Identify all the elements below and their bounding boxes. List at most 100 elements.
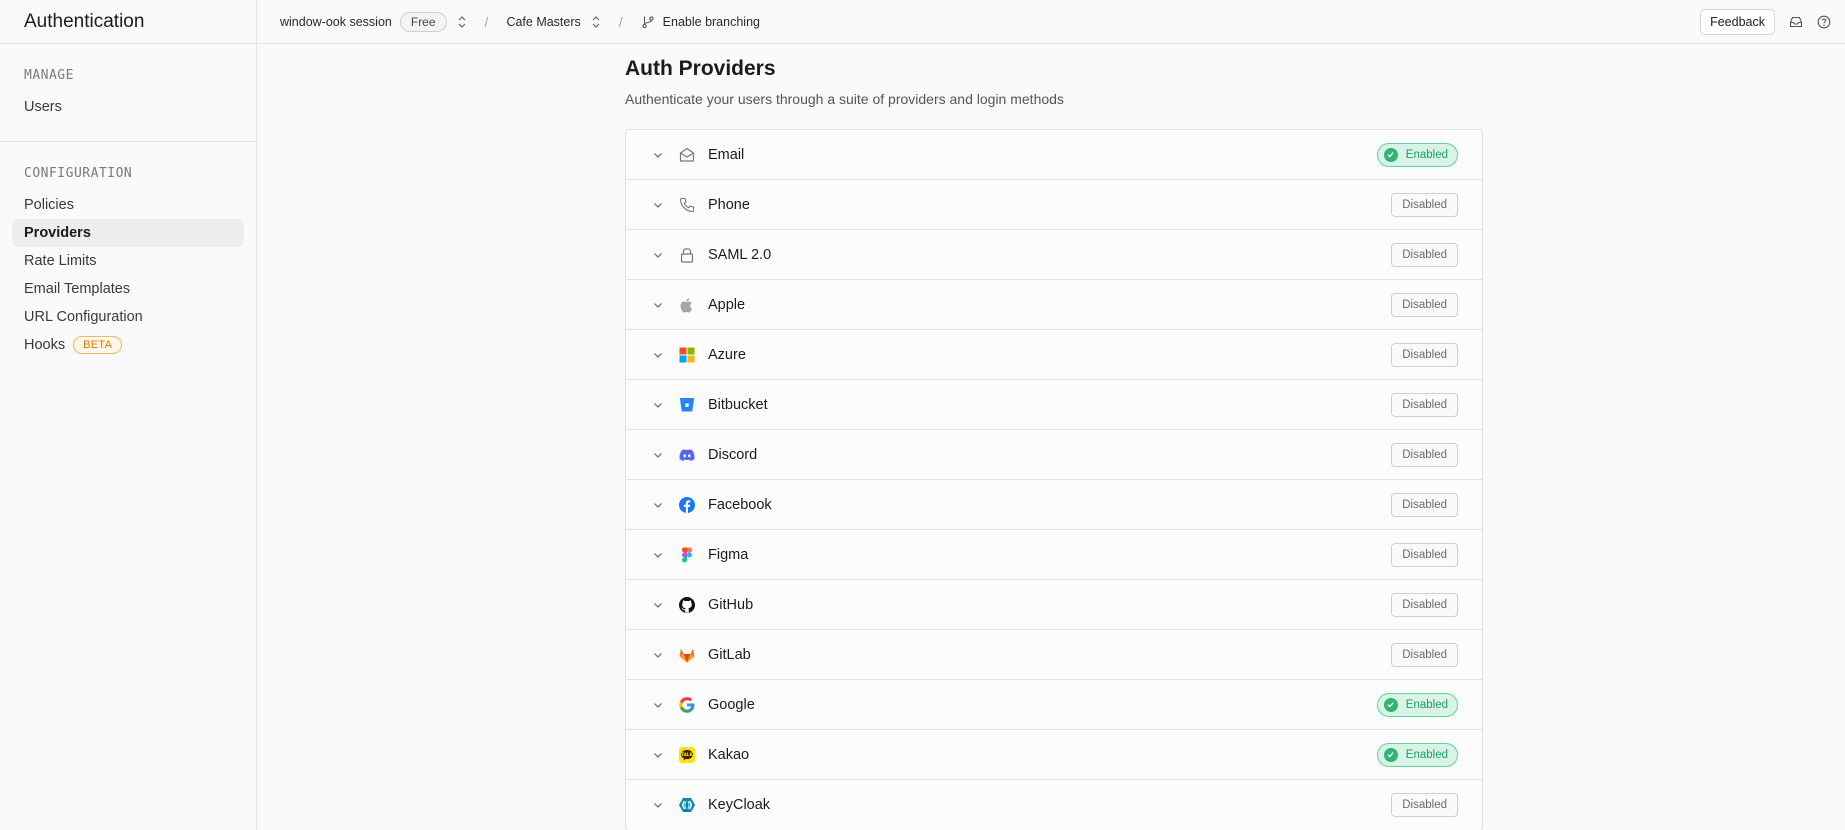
provider-row-gitlab[interactable]: GitLab Disabled xyxy=(626,630,1482,680)
provider-name: Facebook xyxy=(708,496,772,513)
provider-name: Discord xyxy=(708,446,758,463)
section-title: MANAGE xyxy=(24,68,74,83)
provider-row-apple[interactable]: Apple Disabled xyxy=(626,280,1482,330)
status-badge-disabled: Disabled xyxy=(1391,542,1458,567)
sidebar-item-email-templates[interactable]: Email Templates xyxy=(12,275,244,303)
feedback-button[interactable]: Feedback xyxy=(1700,9,1775,35)
provider-name: GitLab xyxy=(708,646,751,663)
status-badge-enabled: Enabled xyxy=(1376,742,1458,767)
chevron-down-icon[interactable] xyxy=(652,149,664,161)
provider-row-phone[interactable]: Phone Disabled xyxy=(626,180,1482,230)
sidebar-item-users[interactable]: Users xyxy=(12,93,244,121)
envelope-icon xyxy=(678,146,696,164)
breadcrumb-separator: / xyxy=(484,13,489,30)
google-icon xyxy=(678,696,696,714)
branch-label: Enable branching xyxy=(662,14,760,29)
top-bar: window-ook session Free / Cafe Masters /… xyxy=(257,0,1845,44)
sidebar-item-label: Hooks xyxy=(24,337,66,353)
main-content: Auth Providers Authenticate your users t… xyxy=(257,45,1845,830)
page-title: Auth Providers xyxy=(625,57,776,80)
provider-name: Figma xyxy=(708,546,749,563)
status-badge-disabled: Disabled xyxy=(1391,492,1458,517)
provider-row-kakao[interactable]: TALK Kakao Enabled xyxy=(626,730,1482,780)
provider-name: Kakao xyxy=(708,746,750,763)
sidebar-item-rate-limits[interactable]: Rate Limits xyxy=(12,247,244,275)
sidebar-item-url-configuration[interactable]: URL Configuration xyxy=(12,303,244,331)
check-icon xyxy=(1383,147,1398,162)
auth-providers-panel: Auth Providers Authenticate your users t… xyxy=(625,45,1483,830)
plan-badge: Free xyxy=(399,11,447,32)
svg-text:TALK: TALK xyxy=(681,752,693,757)
provider-row-google[interactable]: Google Enabled xyxy=(626,680,1482,730)
provider-name: Email xyxy=(708,146,745,163)
chevron-down-icon[interactable] xyxy=(652,749,664,761)
status-badge-disabled: Disabled xyxy=(1391,342,1458,367)
sidebar-section-configuration: CONFIGURATION Policies Providers Rate Li… xyxy=(0,142,256,379)
chevron-down-icon[interactable] xyxy=(652,649,664,661)
gitlab-icon xyxy=(678,646,696,664)
provider-name: Apple xyxy=(708,296,746,313)
enable-branching-button[interactable]: Enable branching xyxy=(641,15,760,29)
status-badge-disabled: Disabled xyxy=(1391,442,1458,467)
check-icon xyxy=(1383,747,1398,762)
git-branch-icon xyxy=(642,15,654,28)
status-badge-disabled: Disabled xyxy=(1391,242,1458,267)
provider-row-bitbucket[interactable]: Bitbucket Disabled xyxy=(626,380,1482,430)
azure-icon xyxy=(678,346,696,364)
check-icon xyxy=(1383,697,1398,712)
provider-row-saml-2-0[interactable]: SAML 2.0 Disabled xyxy=(626,230,1482,280)
github-icon xyxy=(678,596,696,614)
chevron-down-icon[interactable] xyxy=(652,299,664,311)
project-name: Cafe Masters xyxy=(506,14,581,29)
provider-name: KeyCloak xyxy=(708,797,771,813)
discord-icon xyxy=(678,446,696,464)
provider-name: GitHub xyxy=(708,596,754,613)
chevron-down-icon[interactable] xyxy=(652,499,664,511)
chevron-down-icon[interactable] xyxy=(652,199,664,211)
sidebar-title: Authentication xyxy=(0,0,256,44)
chevron-down-icon[interactable] xyxy=(652,699,664,711)
keycloak-icon xyxy=(678,796,696,814)
status-badge-disabled: Disabled xyxy=(1391,592,1458,617)
status-badge-disabled: Disabled xyxy=(1391,292,1458,317)
chevron-down-icon[interactable] xyxy=(652,799,664,811)
sidebar-item-policies[interactable]: Policies xyxy=(12,191,244,219)
provider-row-github[interactable]: GitHub Disabled xyxy=(626,580,1482,630)
inbox-icon[interactable] xyxy=(1789,15,1803,29)
status-label: Enabled xyxy=(1405,698,1448,711)
provider-row-azure[interactable]: Azure Disabled xyxy=(626,330,1482,380)
provider-list: Email Enabled Phone Disabled SAML 2.0 Disable… xyxy=(625,129,1483,830)
chevron-down-icon[interactable] xyxy=(652,349,664,361)
sidebar-item-hooks[interactable]: Hooks BETA xyxy=(12,331,244,359)
beta-badge: BETA xyxy=(73,336,123,354)
figma-icon xyxy=(678,546,696,564)
provider-name: Bitbucket xyxy=(708,396,768,413)
chevron-down-icon[interactable] xyxy=(652,249,664,261)
breadcrumb-org[interactable]: window-ook session Free xyxy=(280,11,467,32)
sidebar-item-providers[interactable]: Providers xyxy=(12,219,244,247)
chevron-down-icon[interactable] xyxy=(652,399,664,411)
chevron-down-icon[interactable] xyxy=(652,549,664,561)
provider-name: Phone xyxy=(708,196,750,213)
provider-row-discord[interactable]: Discord Disabled xyxy=(626,430,1482,480)
bitbucket-icon xyxy=(678,396,696,414)
status-label: Enabled xyxy=(1405,148,1448,161)
provider-row-figma[interactable]: Figma Disabled xyxy=(626,530,1482,580)
provider-row-keycloak[interactable]: KeyCloak Disabled xyxy=(626,780,1482,830)
provider-row-email[interactable]: Email Enabled xyxy=(626,130,1482,180)
provider-row-facebook[interactable]: Facebook Disabled xyxy=(626,480,1482,530)
breadcrumb-separator: / xyxy=(618,13,623,30)
chevron-up-down-icon xyxy=(458,15,465,28)
status-badge-disabled: Disabled xyxy=(1391,392,1458,417)
phone-icon xyxy=(678,196,696,214)
chevron-down-icon[interactable] xyxy=(652,599,664,611)
status-badge-enabled: Enabled xyxy=(1376,142,1458,167)
status-badge-disabled: Disabled xyxy=(1391,642,1458,667)
help-icon[interactable] xyxy=(1817,15,1831,29)
breadcrumb-project[interactable]: Cafe Masters xyxy=(506,15,600,29)
provider-name: SAML 2.0 xyxy=(708,246,772,263)
chevron-down-icon[interactable] xyxy=(652,449,664,461)
kakao-icon: TALK xyxy=(678,746,696,764)
status-label: Enabled xyxy=(1405,748,1448,761)
page-description: Authenticate your users through a suite … xyxy=(625,91,1064,107)
